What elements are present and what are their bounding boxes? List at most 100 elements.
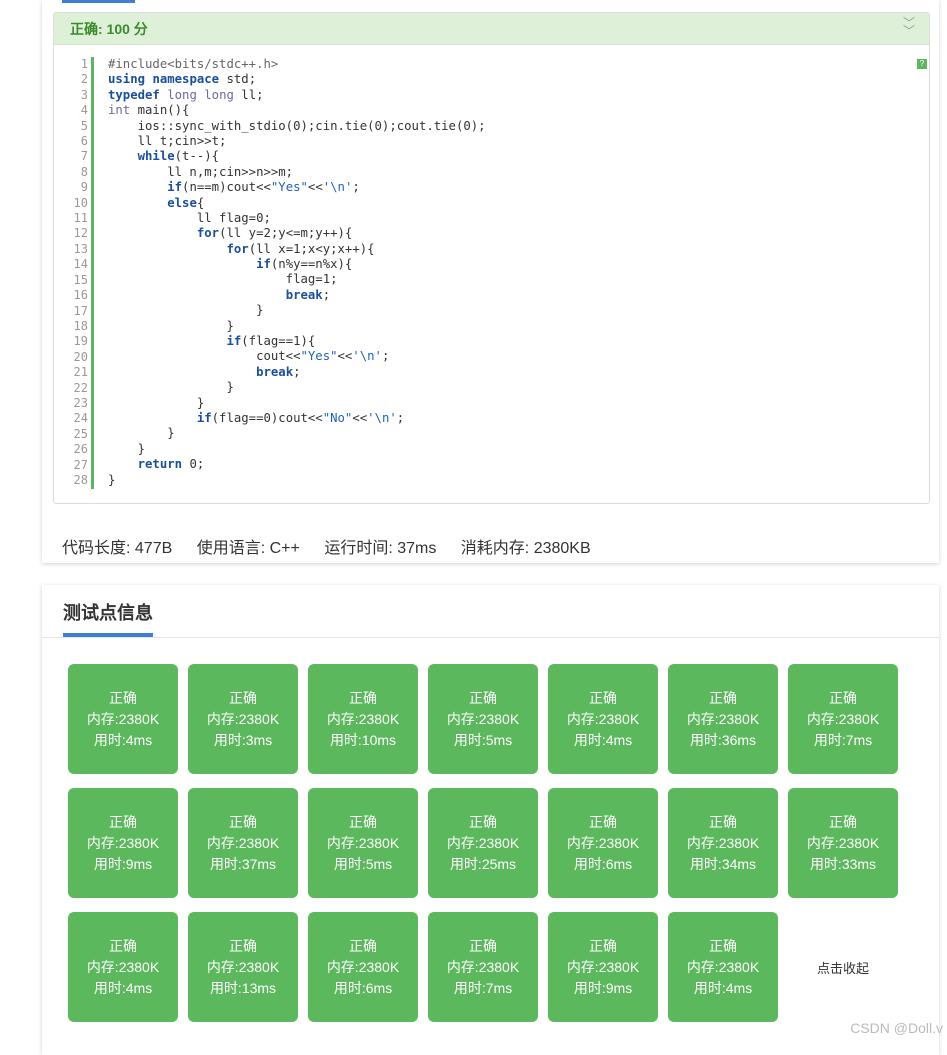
testpoint-time: 用时:5ms [333, 855, 393, 872]
code-line: } [108, 318, 234, 333]
line-number: 5 [80, 118, 88, 133]
line-number: 28 [73, 472, 88, 487]
testpoint-memory: 内存:2380K [686, 958, 760, 975]
testpoint-tile[interactable]: 正确 内存:2380K 用时:5ms [428, 664, 538, 774]
testpoint-status: 正确 [349, 689, 377, 706]
testpoint-tile[interactable]: 正确内存:2380K 用时:4ms [68, 912, 178, 1022]
line-number: 22 [73, 380, 88, 395]
testpoint-memory: 内存:2380K [686, 834, 760, 851]
language: 使用语言: C++ [196, 540, 300, 557]
code-line: break; [285, 287, 331, 302]
testpoint-status: 正确 [469, 813, 497, 830]
testpoint-memory: 内存:2380K [206, 958, 280, 975]
testpoint-time: 用时:4ms [93, 731, 153, 748]
testpoint-tile[interactable]: 正确内存:2380K 用时:13ms [188, 912, 298, 1022]
testpoint-memory: 内存:2380K [686, 710, 760, 727]
testpoint-tile[interactable]: 正确 内存:2380K 用时:9ms [68, 788, 178, 898]
testpoint-tile[interactable]: 正确 内存:2380K 用时:6ms [548, 788, 658, 898]
code-gutter-bar [91, 57, 94, 489]
testpoint-time: 用时:7ms [453, 979, 513, 996]
line-number: 25 [73, 426, 88, 441]
code-line: break; [256, 364, 301, 379]
testpoint-memory: 内存:2380K [806, 710, 880, 727]
testpoint-tile[interactable]: 正确 内存:2380K 用时:7ms [428, 912, 538, 1022]
testpoint-tile[interactable]: 正确 内存:2380K 用时:37ms [188, 788, 298, 898]
testpoint-status: 正确 [349, 813, 377, 830]
testpoint-memory: 内存:2380K [206, 710, 280, 727]
line-number: 10 [73, 195, 88, 210]
code-line: for(ll x=1;x<y;x++){ [226, 241, 375, 256]
testpoint-tile[interactable]: 正确 内存:2380K 用时:4ms [548, 664, 658, 774]
testpoint-tile[interactable]: 正确 内存:2380K 用时:34ms [668, 788, 778, 898]
line-number: 3 [80, 87, 88, 102]
code-line: using namespace std; [108, 72, 257, 87]
testpoint-memory: 内存:2380K [86, 958, 160, 975]
testpoint-time: 用时:9ms [93, 855, 153, 872]
testpoint-memory: 内存:2380K [86, 710, 160, 727]
testpoint-time: 用时:33ms [809, 855, 877, 872]
testpoint-tile[interactable]: 正确 内存:2380K 用时:36ms [668, 664, 778, 774]
line-number: 15 [73, 272, 88, 287]
testpoint-time: 用时:13ms [209, 979, 277, 996]
code-line: int main(){ [108, 103, 190, 118]
testpoint-memory: 内存:2380K [566, 958, 640, 975]
code-line: ios::sync_with_stdio(0);cin.tie(0);cout.… [108, 118, 486, 133]
testpoint-memory: 内存:2380K [566, 834, 640, 851]
submission-meta: 代码长度: 477B 使用语言: C++ 运行时间: 37ms 消耗内存: 23… [62, 534, 611, 558]
testpoint-time: 用时:6ms [333, 979, 393, 996]
testpoint-tile[interactable]: 正确内存:2380K 用时:3ms [188, 664, 298, 774]
testpoint-time: 用时:3ms [213, 731, 273, 748]
testpoint-tile[interactable]: 正确 内存:2380K 用时:4ms [68, 664, 178, 774]
line-number: 19 [73, 334, 88, 349]
line-number: 8 [80, 164, 88, 179]
result-header[interactable]: 正确: 100 分 ﹀ ﹀ [54, 13, 929, 45]
testpoint-tile[interactable]: 正确 内存:2380K 用时:7ms [788, 664, 898, 774]
testpoint-status: 正确 [229, 689, 257, 706]
testpoint-status: 正确 [469, 689, 497, 706]
source-code: #include<bits/stdc++.h> using namespace s… [108, 57, 486, 488]
code-line: ll flag=0; [108, 210, 271, 225]
testpoint-status: 正确 [709, 689, 737, 706]
testpoint-time: 用时:4ms [693, 979, 753, 996]
code-line: return 0; [137, 457, 205, 472]
testpoint-time: 用时:4ms [573, 731, 633, 748]
line-number: 14 [73, 257, 88, 272]
code-line: if(n%y==n%x){ [256, 257, 353, 272]
code-line: #include<bits/stdc++.h> [108, 57, 279, 71]
divider [42, 637, 939, 638]
testpoint-tile[interactable]: 正确 内存:2380K 用时:10ms [308, 664, 418, 774]
line-number: 12 [73, 226, 88, 241]
result-status: 正确: 100 分 [70, 20, 148, 37]
testpoint-tile[interactable]: 正确 内存:2380K 用时:4ms [668, 912, 778, 1022]
code-line: } [108, 395, 205, 410]
line-number: 9 [80, 180, 88, 195]
chevron-double-down-icon[interactable]: ﹀ ﹀ [903, 17, 915, 37]
testpoint-tile[interactable]: 正确 内存:2380K 用时:5ms [308, 788, 418, 898]
testpoint-tile[interactable]: 正确 内存:2380K 用时:9ms [548, 912, 658, 1022]
active-tab-indicator [62, 0, 135, 3]
testpoint-tile[interactable]: 正确 内存:2380K 用时:6ms [308, 912, 418, 1022]
code-line: while(t--){ [137, 149, 220, 164]
line-numbers: 1 2 3 4 5 6 7 8 9 10 11 12 13 14 15 16 17 18 19 20 21 22 23 24 2… [68, 57, 88, 488]
copy-icon[interactable]: ? [917, 59, 927, 69]
testpoint-status: 正确 [829, 689, 857, 706]
memory-usage: 消耗内存: 2380KB [460, 540, 591, 557]
code-line: cout<<"Yes"<<'\n'; [108, 349, 390, 364]
run-time: 运行时间: 37ms [324, 540, 437, 557]
collapse-link[interactable]: 点击收起 [788, 912, 898, 1022]
code-line: if(flag==1){ [226, 334, 316, 349]
testpoint-status: 正确 [229, 937, 257, 954]
code-line: else{ [167, 195, 205, 210]
code-line: } [108, 472, 116, 487]
code-line: if(n==m)cout<<"Yes"<<'\n'; [167, 180, 360, 195]
testpoint-memory: 内存:2380K [446, 834, 520, 851]
code-line: ll t;cin>>t; [108, 133, 227, 148]
testpoint-time: 用时:4ms [93, 979, 153, 996]
testpoint-memory: 内存:2380K [806, 834, 880, 851]
watermark: CSDN @Doll.v [850, 1020, 943, 1036]
line-number: 16 [73, 288, 88, 303]
testpoint-status: 正确 [109, 937, 137, 954]
testpoint-tile[interactable]: 正确 内存:2380K 用时:33ms [788, 788, 898, 898]
testpoint-time: 用时:9ms [573, 979, 633, 996]
testpoint-tile[interactable]: 正确 内存:2380K 用时:25ms [428, 788, 538, 898]
